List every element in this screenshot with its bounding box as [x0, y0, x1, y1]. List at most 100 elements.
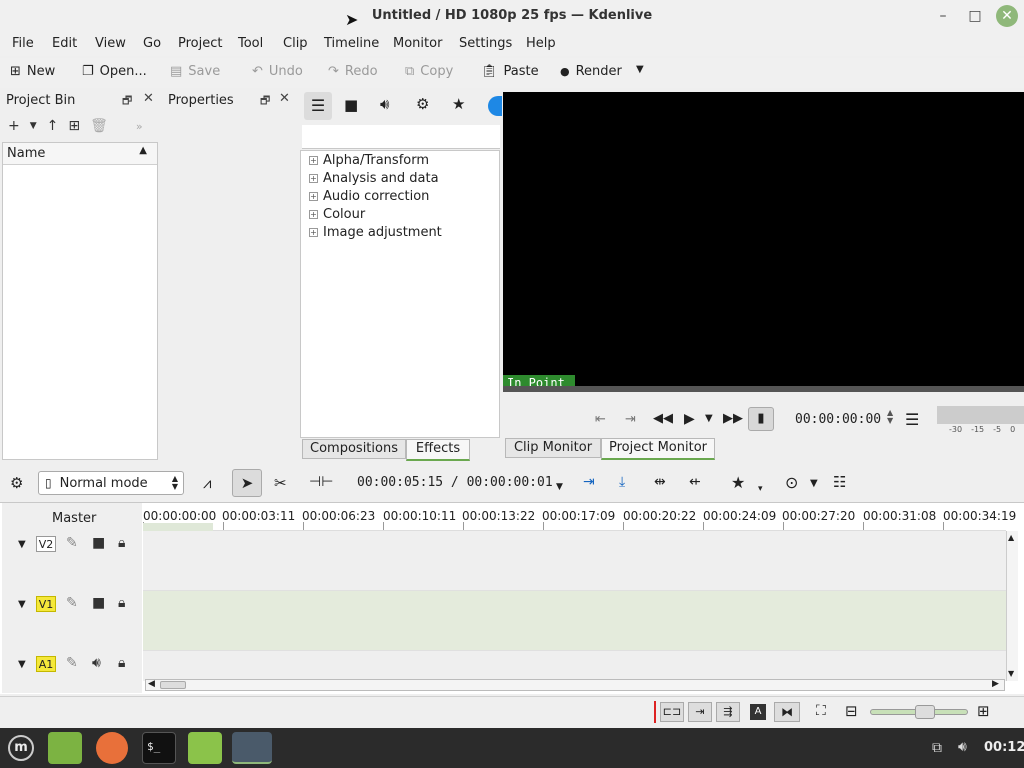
- add-folder-icon[interactable]: ⊞: [68, 118, 80, 134]
- tree-item-colour[interactable]: + Colour: [309, 207, 365, 222]
- razor-icon[interactable]: ✂: [274, 474, 287, 492]
- record-icon[interactable]: ⊙: [785, 473, 798, 492]
- kdenlive-icon[interactable]: [232, 732, 272, 764]
- set-out-icon[interactable]: ⇥: [625, 412, 636, 427]
- extract-icon[interactable]: ⇷: [689, 474, 701, 490]
- tree-item-audio-correction[interactable]: + Audio correction: [309, 189, 429, 204]
- lock-icon[interactable]: 🔒︎: [118, 535, 125, 551]
- redo-button[interactable]: ↷ Redo: [328, 64, 378, 79]
- menu-clip[interactable]: Clip: [283, 36, 308, 51]
- scroll-left-icon[interactable]: ◀: [148, 679, 155, 689]
- name-column-header[interactable]: Name: [7, 146, 45, 161]
- collapse-icon[interactable]: ▼: [18, 659, 26, 670]
- float-icon[interactable]: 🗗︎: [260, 92, 270, 111]
- chevron-down-icon[interactable]: ▾: [758, 484, 763, 494]
- video-icon[interactable]: ■: [344, 96, 358, 114]
- audio-thumbnail-icon[interactable]: A: [750, 704, 766, 720]
- menu-view[interactable]: View: [95, 36, 126, 51]
- files-icon[interactable]: [48, 732, 82, 764]
- tree-item-image-adjustment[interactable]: + Image adjustment: [309, 225, 442, 240]
- audio-icon[interactable]: 🔊︎: [380, 95, 389, 113]
- more-icon[interactable]: »: [136, 120, 143, 133]
- video-icon[interactable]: ■: [92, 535, 105, 551]
- new-button[interactable]: ⊞ New: [10, 64, 55, 79]
- lock-icon[interactable]: 🔒︎: [118, 655, 125, 671]
- scroll-thumb[interactable]: [160, 681, 186, 689]
- track-lane-v2[interactable]: [143, 531, 1006, 591]
- track-lane-a1[interactable]: [143, 651, 1006, 681]
- firefox-icon[interactable]: [96, 732, 128, 764]
- monitor-timecode[interactable]: 00:00:00:00: [795, 412, 881, 427]
- gear-icon[interactable]: ⚙: [10, 474, 23, 492]
- scroll-up-icon[interactable]: ▲: [1008, 533, 1014, 542]
- copy-button[interactable]: ⧉ Copy: [405, 64, 453, 79]
- sort-icon[interactable]: ▲: [139, 145, 147, 156]
- close-icon[interactable]: ✕: [143, 91, 154, 106]
- save-button[interactable]: ▤ Save: [170, 64, 220, 79]
- list-icon[interactable]: ☰: [304, 92, 332, 120]
- chevron-down-icon[interactable]: ▼: [556, 482, 563, 492]
- minimize-button[interactable]: –: [932, 6, 954, 26]
- overwrite-icon[interactable]: ⤓: [619, 474, 625, 490]
- menu-project[interactable]: Project: [178, 36, 222, 51]
- master-label[interactable]: Master: [52, 511, 96, 526]
- close-icon[interactable]: ✕: [279, 91, 290, 106]
- scroll-down-icon[interactable]: ▼: [1008, 669, 1014, 678]
- menu-monitor[interactable]: Monitor: [393, 36, 442, 51]
- timeline-position[interactable]: 00:00:05:15 / 00:00:00:01: [357, 475, 553, 490]
- ripple-icon[interactable]: ⇥: [688, 702, 712, 722]
- play-icon[interactable]: ▶: [684, 411, 695, 427]
- chevron-down-icon[interactable]: ▼: [705, 413, 713, 424]
- effects-icon[interactable]: ✎: [66, 535, 78, 551]
- menu-tool[interactable]: Tool: [238, 36, 263, 51]
- spacer-tool-icon[interactable]: ⩘: [203, 474, 211, 492]
- track-name-v2[interactable]: V2: [36, 536, 56, 552]
- tab-compositions[interactable]: Compositions: [302, 439, 406, 459]
- terminal-icon[interactable]: $_: [142, 732, 176, 764]
- add-clip-icon[interactable]: +: [8, 118, 20, 134]
- snap-icon[interactable]: ⊏⊐: [660, 702, 684, 722]
- trash-icon[interactable]: 🗑︎: [90, 118, 108, 134]
- select-tool-icon[interactable]: ➤: [232, 469, 262, 497]
- arrow-up-icon[interactable]: ↑: [47, 118, 59, 134]
- monitor-screen[interactable]: [503, 92, 1024, 388]
- rewind-icon[interactable]: ◀◀: [653, 411, 673, 426]
- insert-icon[interactable]: ⇥: [583, 474, 595, 490]
- roll-icon[interactable]: ⇶: [716, 702, 740, 722]
- info-icon[interactable]: [488, 96, 502, 116]
- track-lane-v1[interactable]: [143, 591, 1006, 651]
- chevron-down-icon[interactable]: ▼: [810, 478, 818, 489]
- bin-list[interactable]: Name ▲: [2, 142, 158, 460]
- custom-effects-icon[interactable]: ⚙: [416, 95, 429, 113]
- render-dropdown[interactable]: ▼: [636, 64, 644, 75]
- collapse-icon[interactable]: ▼: [18, 599, 26, 610]
- tab-effects[interactable]: Effects: [406, 439, 470, 461]
- menu-edit[interactable]: Edit: [52, 36, 77, 51]
- menu-file[interactable]: File: [12, 36, 34, 51]
- track-name-v1[interactable]: V1: [36, 596, 56, 612]
- lift-icon[interactable]: ⇹: [654, 474, 666, 490]
- menu-settings[interactable]: Settings: [459, 36, 512, 51]
- float-icon[interactable]: 🗗︎: [122, 92, 132, 111]
- favorite-icon[interactable]: ★: [731, 473, 745, 492]
- open-button[interactable]: ❐ Open...: [82, 64, 147, 79]
- timeline-vscroll[interactable]: ▲ ▼: [1006, 531, 1018, 681]
- zoom-slider-handle[interactable]: [915, 705, 935, 719]
- audio-icon[interactable]: 🔊︎: [92, 655, 101, 671]
- effects-search-input[interactable]: [302, 125, 500, 149]
- timecode-spin-icon[interactable]: ▲ ▼: [887, 409, 893, 425]
- settings-sliders-icon[interactable]: ☷: [833, 473, 846, 491]
- clock[interactable]: 00:12: [984, 740, 1024, 755]
- forward-icon[interactable]: ▶▶: [723, 411, 743, 426]
- slip-tool-icon[interactable]: ⊣⊢: [309, 474, 333, 490]
- track-name-a1[interactable]: A1: [36, 656, 56, 672]
- favorite-icon[interactable]: ★: [452, 95, 465, 113]
- chevron-down-icon[interactable]: ▼: [30, 121, 37, 131]
- tree-item-alpha[interactable]: + Alpha/Transform: [309, 153, 429, 168]
- tab-clip-monitor[interactable]: Clip Monitor: [505, 438, 601, 458]
- network-icon[interactable]: ⧉: [932, 740, 942, 756]
- mode-select[interactable]: ▯ Normal mode ▲ ▼: [38, 471, 184, 495]
- zoom-in-icon[interactable]: ⊞: [977, 702, 990, 720]
- menu-icon[interactable]: ☰: [905, 410, 919, 429]
- video-icon[interactable]: ■: [92, 595, 105, 611]
